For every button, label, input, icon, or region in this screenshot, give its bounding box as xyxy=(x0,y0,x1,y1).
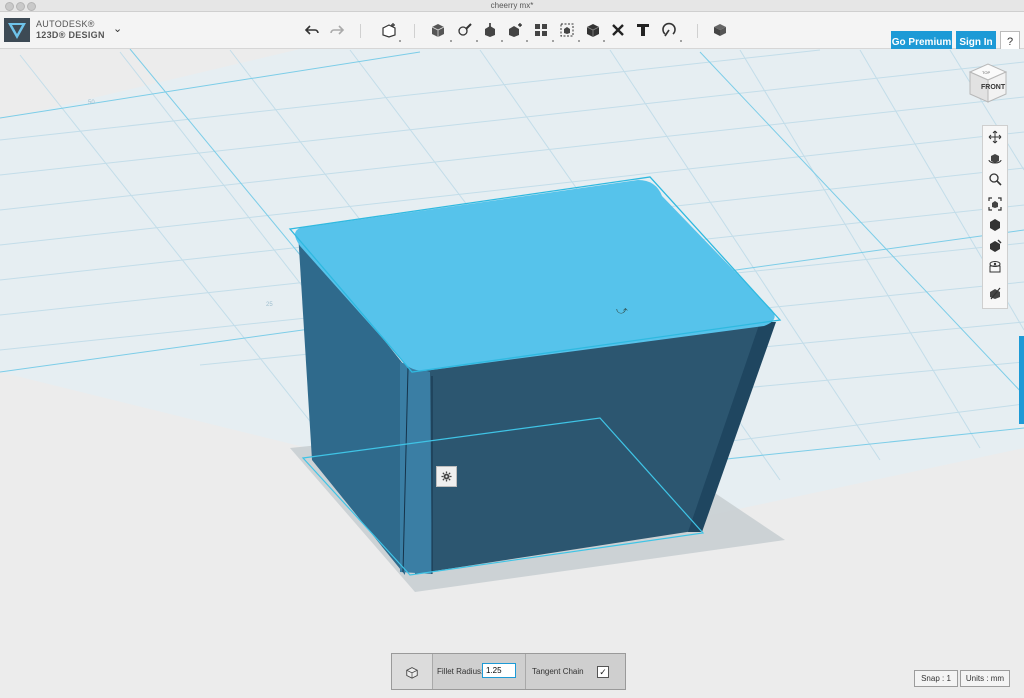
view-cube[interactable]: TOP FRONT xyxy=(968,63,1008,103)
pattern-icon[interactable] xyxy=(532,21,550,39)
material-view-icon[interactable] xyxy=(986,237,1004,255)
zoom-icon[interactable] xyxy=(986,170,1004,188)
pan-icon[interactable] xyxy=(986,128,1004,146)
fillet-panel: Fillet Radius: Tangent Chain ✓ xyxy=(391,653,626,690)
grouping-icon[interactable] xyxy=(558,21,576,39)
combine-icon[interactable] xyxy=(584,21,602,39)
orbit-icon[interactable] xyxy=(986,149,1004,167)
primitives-icon[interactable] xyxy=(429,21,447,39)
construct-icon[interactable] xyxy=(481,21,499,39)
new-object-icon[interactable] xyxy=(380,21,398,39)
window-title: cheerry mx* xyxy=(490,1,534,10)
fit-icon[interactable] xyxy=(986,195,1004,213)
snap-icon[interactable] xyxy=(660,21,678,39)
side-panel-toggle[interactable] xyxy=(1019,336,1024,424)
tangent-chain-label: Tangent Chain xyxy=(532,667,584,676)
svg-text:⤻: ⤻ xyxy=(616,304,628,317)
title-bar: cheerry mx* xyxy=(0,0,1024,12)
grid-label: 50 xyxy=(88,100,95,106)
fillet-settings-gear-icon[interactable] xyxy=(436,466,457,487)
brand-company: AUTODESK® xyxy=(36,19,95,29)
modify-icon[interactable] xyxy=(506,21,524,39)
undo-icon[interactable] xyxy=(303,21,321,39)
view-cube-top-label: TOP xyxy=(982,70,990,75)
3d-viewport[interactable]: 50 25 ⤻ TOP FRONT xyxy=(0,49,1024,698)
view-cube-front-label: FRONT xyxy=(981,84,1006,91)
fillet-radius-input[interactable] xyxy=(482,663,516,678)
navigation-bar xyxy=(982,125,1008,309)
app-menu-chevron-icon[interactable]: ⌄ xyxy=(113,22,122,35)
selection-icon[interactable] xyxy=(986,284,1004,302)
view-mode-icon[interactable] xyxy=(986,216,1004,234)
snap-selector[interactable]: Snap : 1 xyxy=(914,670,958,687)
main-toolbar: AUTODESK® 123D® DESIGN ⌄ Go Premium Sign… xyxy=(0,12,1024,53)
grid-label: 25 xyxy=(266,302,273,308)
units-selector[interactable]: Units : mm xyxy=(960,670,1010,687)
brand-product: 123D® DESIGN xyxy=(36,30,105,40)
material-icon[interactable] xyxy=(711,21,729,39)
sketch-icon[interactable] xyxy=(456,21,474,39)
redo-icon[interactable] xyxy=(328,21,346,39)
fillet-tool-icon[interactable] xyxy=(392,654,433,689)
delete-icon[interactable] xyxy=(609,21,627,39)
app-logo-icon[interactable] xyxy=(4,18,30,42)
tangent-chain-checkbox[interactable]: ✓ xyxy=(597,666,609,678)
fillet-radius-label: Fillet Radius: xyxy=(437,667,484,676)
visibility-icon[interactable] xyxy=(986,258,1004,276)
text-icon[interactable] xyxy=(634,21,652,39)
